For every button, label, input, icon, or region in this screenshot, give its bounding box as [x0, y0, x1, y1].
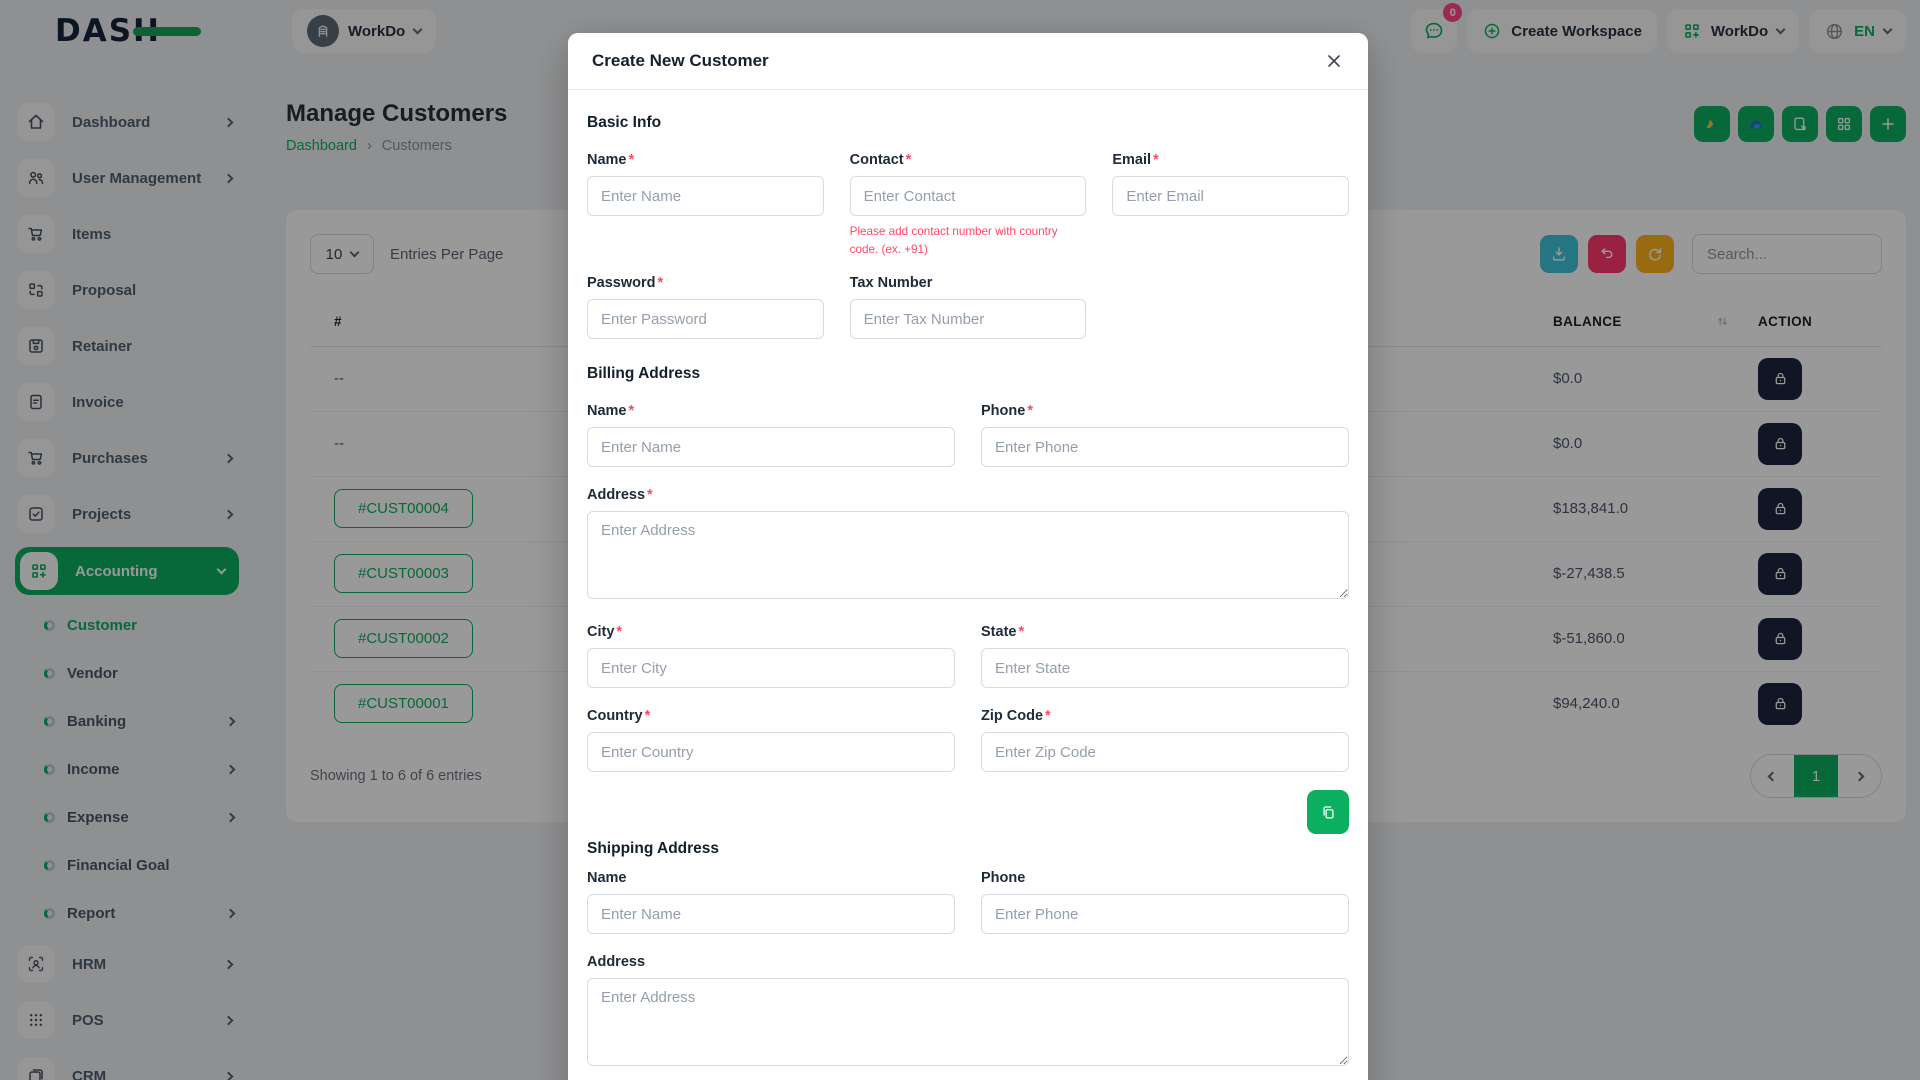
name-field[interactable]: [587, 176, 824, 216]
contact-field-group: Contact* Please add contact number with …: [850, 152, 1087, 259]
required-mark: *: [1153, 152, 1159, 168]
billing-state-field-group: State*: [981, 624, 1349, 688]
billing-address-field-group: Address*: [587, 487, 1349, 604]
shipping-phone-field[interactable]: [981, 894, 1349, 934]
contact-field[interactable]: [850, 176, 1087, 216]
billing-address-heading: Billing Address: [587, 365, 1349, 383]
billing-address-field[interactable]: [587, 511, 1349, 599]
shipping-name-field-group: Name: [587, 870, 955, 934]
modal-header: Create New Customer: [568, 33, 1368, 90]
billing-name-field-group: Name*: [587, 403, 955, 467]
billing-country-field-group: Country*: [587, 708, 955, 772]
billing-zip-field-group: Zip Code*: [981, 708, 1349, 772]
email-field-group: Email*: [1112, 152, 1349, 259]
modal-title: Create New Customer: [592, 51, 769, 71]
billing-city-field[interactable]: [587, 648, 955, 688]
contact-helper-text: Please add contact number with country c…: [850, 223, 1087, 259]
required-mark: *: [645, 708, 651, 724]
billing-country-field[interactable]: [587, 732, 955, 772]
required-mark: *: [647, 487, 653, 503]
billing-phone-field[interactable]: [981, 427, 1349, 467]
name-field-group: Name*: [587, 152, 824, 259]
modal-body: Basic Info Name* Contact* Please add con…: [568, 90, 1368, 1071]
billing-phone-field-group: Phone*: [981, 403, 1349, 467]
tax-number-field-group: Tax Number: [850, 275, 1087, 339]
basic-info-heading: Basic Info: [587, 114, 1349, 132]
required-mark: *: [629, 403, 635, 419]
required-mark: *: [616, 624, 622, 640]
required-mark: *: [906, 152, 912, 168]
required-mark: *: [1027, 403, 1033, 419]
required-mark: *: [1045, 708, 1051, 724]
required-mark: *: [629, 152, 635, 168]
billing-zip-field[interactable]: [981, 732, 1349, 772]
shipping-address-field[interactable]: [587, 978, 1349, 1066]
copy-icon: [1320, 804, 1337, 821]
create-customer-modal: Create New Customer Basic Info Name* Con…: [568, 33, 1368, 1080]
billing-name-field[interactable]: [587, 427, 955, 467]
shipping-name-field[interactable]: [587, 894, 955, 934]
tax-number-field[interactable]: [850, 299, 1087, 339]
required-mark: *: [658, 275, 664, 291]
billing-state-field[interactable]: [981, 648, 1349, 688]
billing-city-field-group: City*: [587, 624, 955, 688]
shipping-address-field-group: Address: [587, 954, 1349, 1071]
email-field[interactable]: [1112, 176, 1349, 216]
password-field[interactable]: [587, 299, 824, 339]
copy-billing-to-shipping-button[interactable]: [1307, 790, 1349, 834]
shipping-phone-field-group: Phone: [981, 870, 1349, 934]
close-icon: [1324, 51, 1344, 71]
close-button[interactable]: [1324, 51, 1344, 71]
shipping-address-heading: Shipping Address: [587, 840, 1349, 858]
required-mark: *: [1018, 624, 1024, 640]
password-field-group: Password*: [587, 275, 824, 339]
